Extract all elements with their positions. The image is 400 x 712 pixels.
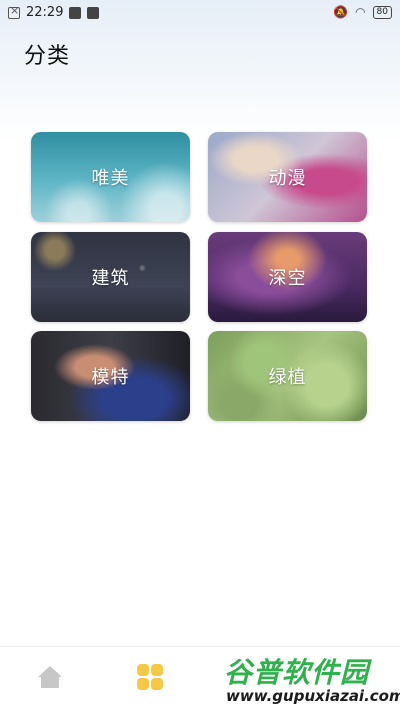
watermark-title: 谷普软件园: [224, 656, 370, 689]
category-label: 建筑: [91, 268, 130, 289]
category-label: 绿植: [268, 367, 307, 388]
category-card-model[interactable]: 模特: [31, 331, 190, 421]
watermark-url: www.gupuxiazai.com: [226, 687, 400, 705]
nav-category[interactable]: [120, 657, 180, 697]
category-card-deep-space[interactable]: 深空: [208, 232, 367, 322]
category-label: 唯美: [91, 168, 130, 189]
status-time: 22:29: [26, 5, 64, 20]
page-title: 分类: [24, 44, 71, 69]
category-label: 深空: [268, 268, 307, 289]
nav-home[interactable]: [20, 657, 80, 697]
status-bar: 22:29 🔕 ◠ 80: [0, 0, 400, 28]
category-card-aesthetic[interactable]: 唯美: [31, 132, 190, 222]
image-notification-icon: [87, 6, 100, 19]
category-card-plants[interactable]: 绿植: [208, 331, 367, 421]
battery-indicator: 80: [372, 5, 392, 19]
mute-icon: 🔕: [333, 5, 349, 19]
mail-icon: [69, 6, 82, 19]
category-card-architecture[interactable]: 建筑: [31, 232, 190, 322]
wifi-icon: ◠: [355, 5, 366, 19]
category-label: 动漫: [268, 168, 307, 189]
category-grid-icon: [137, 664, 163, 690]
watermark: 谷普软件园 www.gupuxiazai.com: [218, 646, 400, 712]
category-card-anime[interactable]: 动漫: [208, 132, 367, 222]
category-label: 模特: [91, 367, 130, 388]
status-right: 🔕 ◠ 80: [333, 5, 392, 19]
close-notification-icon: [8, 4, 20, 19]
home-icon: [37, 666, 63, 688]
status-left: 22:29: [8, 4, 100, 20]
